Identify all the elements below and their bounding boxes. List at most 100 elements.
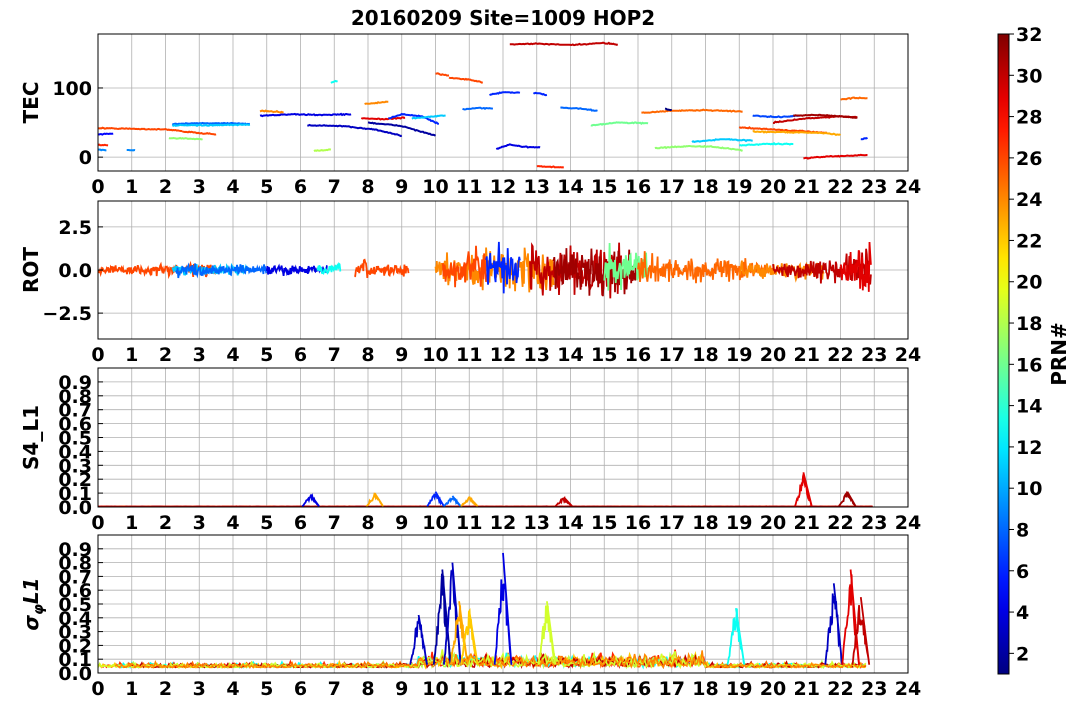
x-tick-label: 4 <box>226 344 239 366</box>
panel-sigma-phi-l1: 0 1 2 3 4 5 6 7 8 9 10 11 12 13 14 15 16 17 18 19 20 21 22 23 24… <box>19 534 921 700</box>
data-area <box>98 41 868 169</box>
x-tick-label: 24 <box>895 344 921 366</box>
x-tick-label: 12 <box>490 176 516 198</box>
x-tick-label: 11 <box>456 176 482 198</box>
x-tick-label: 14 <box>557 176 583 198</box>
x-tick-label: 6 <box>294 678 307 700</box>
x-tick-label: 20 <box>760 176 786 198</box>
colorbar-tick-label: 22 <box>1016 230 1042 252</box>
x-tick-label: 22 <box>827 678 853 700</box>
x-tick-label: 9 <box>395 176 408 198</box>
x-tick-label: 23 <box>861 176 887 198</box>
colorbar-tick-label: 4 <box>1016 602 1029 624</box>
x-tick-label: 0 <box>91 344 104 366</box>
x-tick-label: 16 <box>625 678 651 700</box>
colorbar-gradient <box>997 33 1010 675</box>
x-tick-label: 14 <box>557 678 583 700</box>
x-tick-label: 12 <box>490 512 516 534</box>
x-tick-label: 5 <box>260 678 273 700</box>
x-tick-label: 18 <box>692 678 718 700</box>
panel-tec: 0 1 2 3 4 5 6 7 8 9 10 11 12 13 14 15 16 17 18 19 20 21 22 23 24… <box>19 33 921 198</box>
panel-rot: 0 1 2 3 4 5 6 7 8 9 10 11 12 13 14 15 16 17 18 19 20 21 22 23 24… <box>19 200 921 366</box>
x-tick-label: 15 <box>591 344 617 366</box>
colorbar-tick-label: 32 <box>1016 24 1042 46</box>
tec-series-prn25 <box>641 108 743 114</box>
colorbar-label: PRN# <box>1047 322 1071 386</box>
spike-prn31 <box>838 490 857 507</box>
x-tick-label: 2 <box>159 678 172 700</box>
x-tick-label: 3 <box>193 678 206 700</box>
x-tick-label: 5 <box>260 176 273 198</box>
tec-series-prn23 <box>752 129 841 137</box>
tec-series-prn17 <box>168 136 203 141</box>
x-tick-label: 3 <box>193 512 206 534</box>
x-tick-label: 0 <box>91 176 104 198</box>
tec-series-prn26 <box>435 72 449 77</box>
rot-series-prn8 <box>174 262 268 279</box>
tec-series-prn13 <box>330 79 338 84</box>
x-tick-label: 10 <box>422 512 448 534</box>
tec-series-prn1 <box>664 107 672 112</box>
tec-series-prn6 <box>533 91 548 97</box>
x-tick-label: 18 <box>692 512 718 534</box>
data-area <box>98 472 873 507</box>
tec-series-prn7 <box>752 114 801 119</box>
x-tick-label: 1 <box>125 512 138 534</box>
x-tick-label: 12 <box>490 344 516 366</box>
x-tick-label: 24 <box>895 512 921 534</box>
figure-canvas: 0 1 2 3 4 5 6 7 8 9 10 11 12 13 14 15 16 17 18 19 20 21 22 23 24… <box>19 24 1071 700</box>
tec-series-prn24 <box>259 109 284 114</box>
colorbar-tick-label: 10 <box>1016 478 1042 500</box>
x-tick-label: 6 <box>294 344 307 366</box>
x-tick-label: 23 <box>861 344 887 366</box>
x-tick-label: 0 <box>91 678 104 700</box>
x-tick-label: 11 <box>456 344 482 366</box>
x-tick-label: 4 <box>226 678 239 700</box>
x-tick-label: 9 <box>395 344 408 366</box>
x-tick-label: 22 <box>827 512 853 534</box>
colorbar-tick-label: 6 <box>1016 561 1029 583</box>
x-tick-label: 16 <box>625 176 651 198</box>
x-tick-label: 10 <box>422 344 448 366</box>
tec-series-prn17 <box>654 144 743 152</box>
tec-series-prn18 <box>313 148 332 153</box>
tec-series-prn9 <box>98 148 107 152</box>
x-tick-label: 23 <box>861 512 887 534</box>
x-tick-label: 13 <box>524 344 550 366</box>
tec-series-prn6 <box>860 136 868 141</box>
spike-prn30 <box>554 495 573 507</box>
x-tick-label: 15 <box>591 512 617 534</box>
x-tick-label: 0 <box>91 512 104 534</box>
colorbar-tick-label: 8 <box>1016 519 1029 541</box>
colorbar: 2468101214161820222426283032PRN# <box>997 24 1071 675</box>
spike-prn29 <box>794 472 813 507</box>
x-tick-label: 2 <box>159 512 172 534</box>
x-tick-label: 20 <box>760 678 786 700</box>
x-tick-label: 19 <box>726 512 752 534</box>
x-tick-label: 17 <box>659 344 685 366</box>
x-tick-label: 19 <box>726 176 752 198</box>
tec-series-prn16 <box>590 121 649 127</box>
spike-prn8 <box>443 495 462 507</box>
tec-series-prn25 <box>840 96 868 101</box>
tec-series-prn29 <box>360 116 406 121</box>
x-tick-label: 4 <box>226 512 239 534</box>
x-tick-label: 18 <box>692 344 718 366</box>
x-tick-label: 2 <box>159 344 172 366</box>
x-tick-label: 9 <box>395 512 408 534</box>
y-axis-label: ROT <box>19 247 43 293</box>
x-tick-label: 10 <box>422 678 448 700</box>
tec-series-prn8 <box>462 106 494 111</box>
x-tick-label: 19 <box>726 678 752 700</box>
colorbar-tick-label: 16 <box>1016 354 1042 376</box>
y-tick-label: 0 <box>79 147 92 169</box>
y-tick-label: 0.9 <box>58 539 92 561</box>
x-tick-label: 8 <box>361 512 374 534</box>
x-tick-label: 17 <box>659 176 685 198</box>
x-tick-label: 15 <box>591 678 617 700</box>
x-tick-label: 14 <box>557 512 583 534</box>
y-tick-label: −2.5 <box>42 303 92 325</box>
x-tick-label: 17 <box>659 678 685 700</box>
x-tick-label: 8 <box>361 678 374 700</box>
x-tick-label: 3 <box>193 176 206 198</box>
